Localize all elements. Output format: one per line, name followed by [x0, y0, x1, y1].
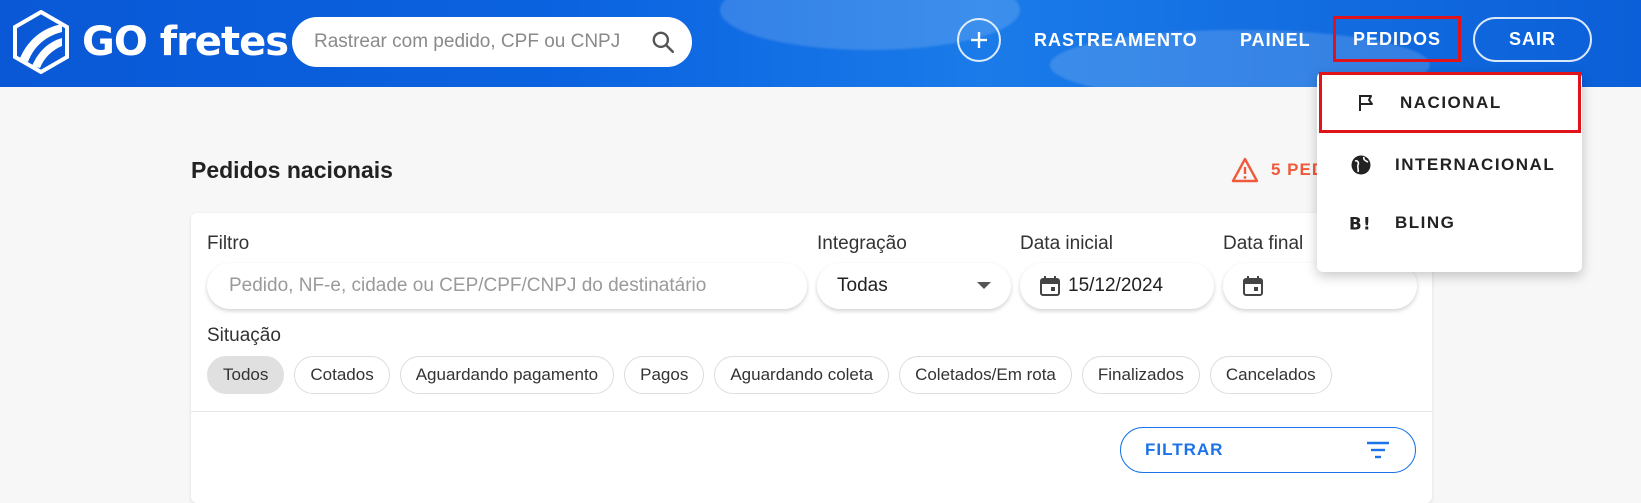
- globe-icon: [1349, 153, 1373, 177]
- chip-todos[interactable]: Todos: [207, 356, 285, 394]
- menu-item-label: INTERNACIONAL: [1395, 155, 1556, 174]
- bling-icon: B!: [1349, 211, 1373, 235]
- menu-item-label: NACIONAL: [1400, 92, 1502, 112]
- situacao-chip-group: Todos Cotados Aguardando pagamento Pagos…: [207, 356, 1342, 394]
- nav-pedidos-link[interactable]: PEDIDOS: [1333, 16, 1461, 62]
- data-final-label: Data final: [1223, 233, 1304, 254]
- new-order-button[interactable]: [957, 18, 1001, 62]
- chip-cotados[interactable]: Cotados: [294, 356, 390, 394]
- menu-item-internacional[interactable]: INTERNACIONAL: [1317, 135, 1582, 195]
- situacao-label: Situação: [207, 325, 281, 346]
- integracao-value: Todas: [837, 275, 888, 296]
- chip-cancelados[interactable]: Cancelados: [1209, 356, 1332, 394]
- data-inicial-field[interactable]: 15/12/2024: [1020, 263, 1214, 309]
- data-inicial-label: Data inicial: [1020, 233, 1113, 254]
- chip-aguardando-coleta[interactable]: Aguardando coleta: [714, 356, 890, 394]
- calendar-icon[interactable]: [1038, 274, 1062, 298]
- brand-name: GO fretes: [82, 19, 289, 65]
- calendar-icon[interactable]: [1241, 274, 1265, 298]
- pedidos-dropdown-menu: NACIONAL INTERNACIONAL B! BLING: [1317, 72, 1582, 272]
- filtro-field[interactable]: [207, 263, 807, 309]
- nav-rastreamento-link[interactable]: RASTREAMENTO: [1034, 30, 1198, 51]
- search-icon[interactable]: [650, 29, 676, 55]
- menu-item-bling[interactable]: B! BLING: [1317, 193, 1582, 253]
- plus-icon: [971, 32, 987, 48]
- page-title: Pedidos nacionais: [191, 157, 393, 183]
- menu-item-nacional[interactable]: NACIONAL: [1319, 72, 1581, 133]
- menu-item-label: BLING: [1395, 213, 1456, 232]
- card-divider: [191, 411, 1432, 412]
- warning-icon: [1231, 157, 1259, 183]
- flag-icon: [1354, 91, 1378, 115]
- integracao-select[interactable]: Todas: [817, 263, 1011, 309]
- chip-coletados-em-rota[interactable]: Coletados/Em rota: [899, 356, 1072, 394]
- chip-aguardando-pagamento[interactable]: Aguardando pagamento: [399, 356, 615, 394]
- filtrar-button[interactable]: FILTRAR: [1120, 427, 1416, 473]
- filtro-input[interactable]: [227, 274, 787, 298]
- tracking-search-box[interactable]: [292, 17, 692, 67]
- dropdown-arrow-icon: [977, 282, 991, 289]
- chip-finalizados[interactable]: Finalizados: [1081, 356, 1200, 394]
- tracking-search-input[interactable]: [312, 30, 650, 54]
- brand-logo[interactable]: GO fretes: [12, 10, 289, 74]
- filter-card: Filtro Integração Todas Data inicial 15/…: [191, 213, 1432, 503]
- nav-painel-link[interactable]: PAINEL: [1240, 30, 1311, 51]
- logout-button[interactable]: SAIR: [1473, 17, 1592, 62]
- logo-icon: [13, 10, 69, 74]
- filtrar-label: FILTRAR: [1145, 440, 1224, 459]
- chip-pagos[interactable]: Pagos: [624, 356, 705, 394]
- filtro-label: Filtro: [207, 233, 250, 254]
- integracao-label: Integração: [817, 233, 907, 254]
- filter-icon: [1367, 441, 1389, 459]
- data-inicial-value: 15/12/2024: [1068, 275, 1164, 296]
- svg-text:B!: B!: [1349, 214, 1372, 233]
